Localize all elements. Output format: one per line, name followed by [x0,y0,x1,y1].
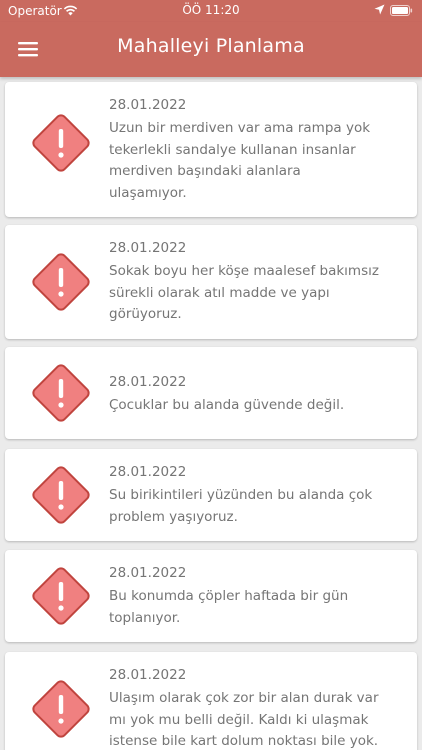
report-description: Çocuklar bu alanda güvende değil. [109,395,404,417]
report-date: 28.01.2022 [109,97,187,113]
report-line: Su birikintileri yüzünden bu alanda çok [109,487,373,503]
app-bar: Mahalleyi Planlama [0,22,422,77]
warning-icon [31,465,91,525]
warning-icon [31,113,91,173]
report-card[interactable]: 28.01.2022 Sokak boyu her köşe maalesef … [5,225,417,339]
report-date: 28.01.2022 [109,667,187,683]
warning-icon [31,679,91,739]
report-card[interactable]: 28.01.2022 Bu konumda çöpler haftada bir… [5,550,417,642]
report-description: Uzun bir merdiven var ama rampa yok teke… [109,118,404,204]
clock: ÖÖ 11:20 [182,3,240,17]
report-line: Bu konumda çöpler haftada bir gün [109,588,349,604]
report-line: merdiven başındaki alanlara [109,163,301,179]
report-line: sürekli olarak atıl madde ve yapı [109,284,330,301]
report-line: ulaşamıyor. [109,184,187,201]
report-line: problem yaşıyoruz. [109,508,238,525]
report-description: Ulaşım olarak çok zor bir alan durak var… [109,688,404,750]
warning-icon [31,363,91,423]
warning-icon [31,252,91,312]
warning-icon [31,566,91,626]
report-date: 28.01.2022 [109,565,187,581]
report-card[interactable]: 28.01.2022 Çocuklar bu alanda güvende de… [5,347,417,439]
report-description: Bu konumda çöpler haftada bir gün toplan… [109,586,404,629]
report-date: 28.01.2022 [109,240,187,256]
report-line: Çocuklar bu alanda güvende değil. [109,397,345,413]
report-card[interactable]: 28.01.2022 Su birikintileri yüzünden bu … [5,449,417,541]
battery-icon [390,5,413,16]
report-line: Uzun bir merdiven var ama rampa yok [109,120,371,136]
report-card[interactable]: 28.01.2022 Uzun bir merdiven var ama ram… [5,82,417,217]
report-line: tekerlekli sandalye kullanan insanlar [109,141,356,158]
report-date: 28.01.2022 [109,374,187,390]
report-card[interactable]: 28.01.2022 Ulaşım olarak çok zor bir ala… [5,652,417,750]
report-line: istense bile kart dolum noktası bile yok… [109,733,379,749]
report-line: Sokak boyu her köşe maalesef bakımsız [109,263,379,279]
report-line: görüyoruz. [109,306,182,322]
report-line: mı yok mu belli değil. Kaldı ki ulaşmak [109,711,369,728]
report-description: Su birikintileri yüzünden bu alanda çok … [109,485,404,528]
app-screen: Operatör ÖÖ 11:20 Mahalleyi Planlama 28.… [0,0,422,750]
location-arrow-icon [374,4,385,18]
report-date: 28.01.2022 [109,464,187,480]
report-line: Ulaşım olarak çok zor bir alan durak var [109,690,379,706]
report-line: toplanıyor. [109,609,181,626]
report-description: Sokak boyu her köşe maalesef bakımsız sü… [109,261,404,326]
page-title: Mahalleyi Planlama [117,35,305,57]
status-bar: Operatör ÖÖ 11:20 [0,0,422,22]
